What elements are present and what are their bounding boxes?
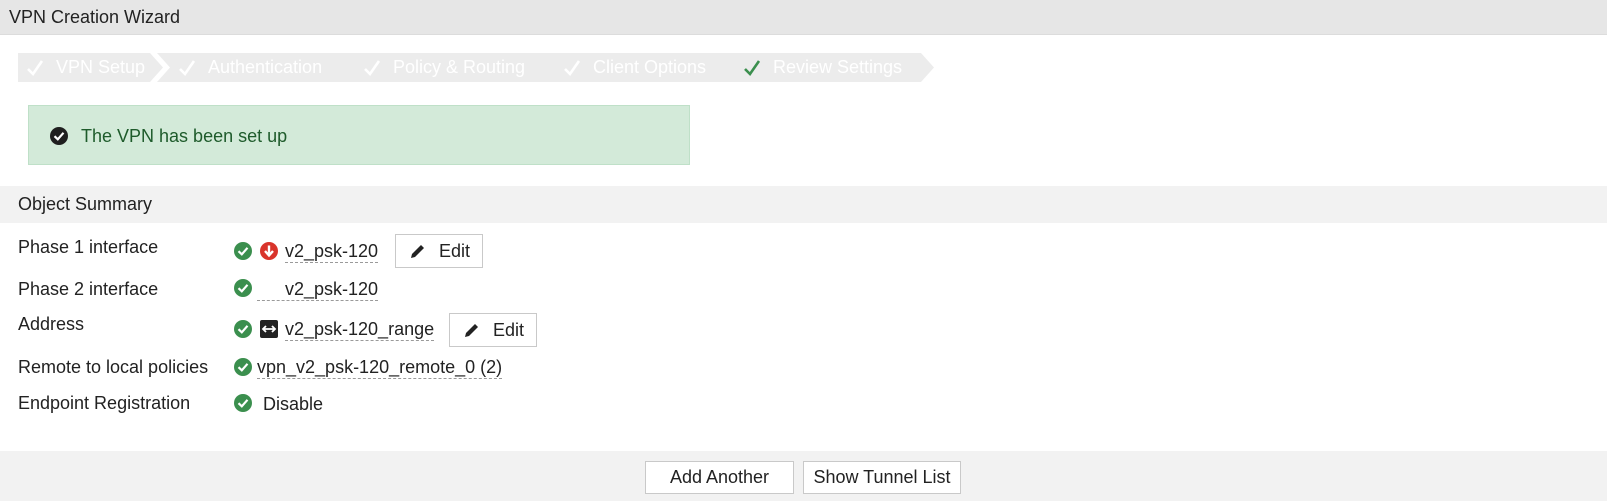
summary-row-phase1: Phase 1 interface v2_psk-120 Edit [0, 234, 1607, 268]
step-policy-routing: Policy & Routing [342, 53, 556, 82]
success-check-icon [234, 320, 252, 338]
summary-row-address: Address v2_psk-120_range Edit [0, 313, 1607, 347]
address-range-icon [260, 320, 278, 338]
section-title: Object Summary [18, 194, 153, 214]
step-label: VPN Setup [56, 57, 146, 77]
success-check-icon [234, 394, 252, 412]
interface-down-icon [260, 242, 278, 260]
show-tunnel-list-button[interactable]: Show Tunnel List [803, 461, 961, 494]
step-authentication: Authentication [157, 53, 356, 82]
window-title: VPN Creation Wizard [9, 7, 181, 27]
check-icon [742, 58, 762, 78]
step-label: Authentication [208, 57, 323, 77]
policies-link[interactable]: vpn_v2_psk-120_remote_0 (2) [257, 357, 503, 379]
summary-row-endpoint: Endpoint Registration Disable [0, 391, 1607, 425]
check-icon [25, 58, 45, 78]
step-label: Policy & Routing [393, 57, 526, 77]
success-check-icon [234, 242, 252, 260]
check-icon [562, 58, 582, 78]
phase1-interface-link[interactable]: v2_psk-120 [285, 241, 379, 263]
row-label: Remote to local policies [18, 357, 209, 377]
alert-message: The VPN has been set up [81, 126, 288, 146]
add-another-button[interactable]: Add Another [645, 461, 794, 494]
pencil-icon [465, 324, 478, 337]
phase2-interface-link[interactable]: v2_psk-120 [257, 279, 379, 301]
window-titlebar: VPN Creation Wizard [0, 0, 1607, 35]
success-check-icon [234, 358, 252, 376]
edit-phase1-button[interactable]: Edit [395, 234, 484, 268]
check-icon [177, 58, 197, 78]
step-client-options: Client Options [542, 53, 736, 82]
pencil-icon [411, 245, 424, 258]
edit-label: Edit [439, 240, 471, 261]
summary-row-policies: Remote to local policies vpn_v2_psk-120_… [0, 355, 1607, 389]
success-alert: The VPN has been set up [28, 105, 690, 165]
check-icon [362, 58, 382, 78]
endpoint-registration-value: Disable [263, 394, 324, 414]
row-label: Phase 2 interface [18, 279, 159, 299]
row-label: Phase 1 interface [18, 237, 159, 257]
address-link[interactable]: v2_psk-120_range [285, 319, 435, 341]
object-summary-header: Object Summary [0, 186, 1607, 223]
row-label: Address [18, 314, 85, 334]
footer-bar: Add Another Show Tunnel List [0, 451, 1607, 501]
step-label: Client Options [593, 57, 707, 77]
step-label: Review Settings [773, 57, 903, 77]
success-check-icon [234, 279, 252, 297]
summary-row-phase2: Phase 2 interface v2_psk-120 [0, 275, 1607, 309]
edit-label: Edit [493, 319, 525, 340]
row-label: Endpoint Registration [18, 393, 191, 413]
check-circle-icon [50, 127, 68, 145]
step-vpn-setup: VPN Setup [18, 53, 163, 82]
step-review-settings: Review Settings [722, 53, 934, 82]
edit-address-button[interactable]: Edit [449, 313, 538, 347]
